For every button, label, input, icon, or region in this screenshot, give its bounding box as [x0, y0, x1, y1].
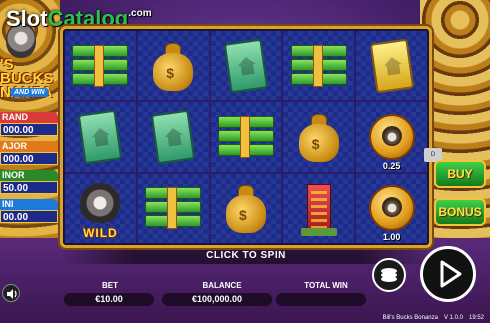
reel-5: 0.25 1.00	[356, 31, 427, 243]
reel-cell	[65, 102, 136, 172]
reel-1: WILD	[65, 31, 136, 243]
green-property-card-icon	[223, 38, 269, 94]
cash-stack-icon	[217, 115, 274, 158]
game-title-badge: AND WIN	[10, 88, 49, 97]
jackpot-name: INI	[0, 199, 58, 210]
cash-stack-icon	[145, 187, 202, 230]
reel-cell	[65, 31, 136, 101]
money-bag-icon: $	[297, 112, 341, 162]
reel-cell: WILD	[65, 173, 136, 243]
coin-value: 0.25	[382, 160, 401, 171]
gold-property-card-icon	[369, 38, 414, 94]
green-property-card-icon	[78, 109, 123, 165]
total-win-value	[276, 293, 366, 306]
jackpot-item: RAND 000.00	[0, 112, 58, 136]
wild-label: WILD	[83, 226, 118, 240]
bet-value[interactable]: €10.00	[64, 293, 154, 306]
coin-value: 1.00	[382, 232, 401, 242]
play-triangle-icon	[440, 260, 462, 288]
reel-4: $	[283, 31, 355, 243]
total-win-label: TOTAL WIN	[304, 281, 348, 290]
reel-cell	[283, 31, 355, 101]
jackpot-value: 50.00	[0, 181, 58, 194]
bonus-button[interactable]: BONUS	[434, 198, 486, 226]
reel-cell: 1.00	[356, 173, 427, 243]
hotel-icon	[300, 180, 337, 237]
raccoon-coin-icon	[368, 113, 415, 160]
footer-time: 19:52	[468, 315, 484, 321]
money-bag-icon: $	[224, 183, 268, 234]
wild-raccoon-icon	[80, 183, 121, 224]
jackpot-name: RAND	[0, 112, 58, 123]
raccoon-coin-icon	[368, 185, 415, 232]
buy-button[interactable]: BUY	[434, 160, 486, 188]
reel-2: $	[137, 31, 209, 243]
reel-cell	[210, 102, 282, 172]
autoplay-button[interactable]	[372, 258, 406, 292]
bet-label: BET	[102, 281, 118, 290]
jackpot-panel: RAND 000.00 AJOR 000.00 INOR 50.00 INI 00.00	[0, 112, 58, 228]
footer-info: Bill's Bucks Bonanza V 1.0.0 19:52	[376, 315, 484, 321]
balance-value: €100,000.00	[162, 293, 272, 306]
speaker-icon	[7, 289, 17, 299]
reel-3: $	[210, 31, 282, 243]
game-title-line1: 'S BUCKS	[0, 56, 54, 87]
sound-button[interactable]	[2, 284, 20, 302]
footer-version: V 1.0.0	[443, 315, 463, 321]
reel-cell: $	[137, 31, 209, 101]
reel-cell: $	[210, 173, 282, 243]
cash-stack-icon	[290, 44, 347, 87]
watermark-suffix: .com	[128, 8, 152, 19]
reels-frame: WILD $ $ $0.25 1.00	[60, 26, 432, 248]
reels-grid: WILD $ $ $0.25 1.00	[65, 31, 427, 243]
jackpot-item: INI 00.00	[0, 199, 58, 223]
spin-button[interactable]	[420, 246, 476, 302]
balance-label: BALANCE	[202, 281, 242, 290]
autoplay-stack-icon	[381, 268, 397, 282]
reel-cell: $	[283, 102, 355, 172]
money-bag-icon: $	[151, 41, 195, 91]
jackpot-value: 000.00	[0, 152, 58, 165]
reel-cell: 0.25	[356, 102, 427, 172]
reel-cell	[283, 173, 355, 243]
watermark-part1: Slot	[6, 6, 48, 31]
green-property-card-icon	[150, 109, 196, 165]
reel-cell	[356, 31, 427, 101]
jackpot-name: AJOR	[0, 141, 58, 152]
reel-cell	[137, 173, 209, 243]
jackpot-item: AJOR 000.00	[0, 141, 58, 165]
reel-cell	[210, 31, 282, 101]
jackpot-value: 00.00	[0, 210, 58, 223]
jackpot-item: INOR 50.00	[0, 170, 58, 194]
jackpot-value: 000.00	[0, 123, 58, 136]
footer-game-name: Bill's Bucks Bonanza	[382, 315, 438, 321]
cash-stack-icon	[72, 44, 129, 87]
jackpot-name: INOR	[0, 170, 58, 181]
reel-cell	[137, 102, 209, 172]
